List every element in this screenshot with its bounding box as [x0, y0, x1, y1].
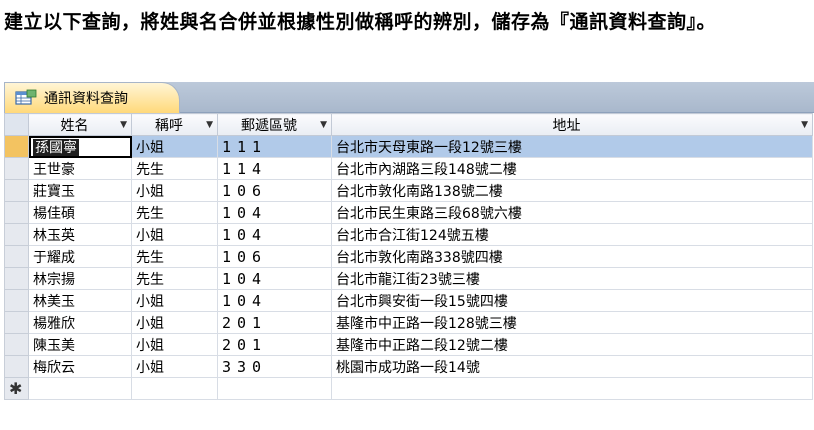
object-tab-strip: 通訊資料查詢	[4, 82, 814, 113]
cell-title[interactable]: 小姐	[131, 333, 218, 356]
cell-address[interactable]: 台北市民生東路三段68號六樓	[331, 201, 813, 224]
cell-address[interactable]: 台北市內湖路三段148號二樓	[331, 157, 813, 180]
tab-query[interactable]: 通訊資料查詢	[4, 82, 180, 113]
header-row: 姓名 ▼ 稱呼 ▼ 郵遞區號 ▼ 地址 ▼	[4, 113, 813, 136]
cell-address[interactable]: 台北市龍江街23號三樓	[331, 267, 813, 290]
cell-zip[interactable]: 114	[217, 157, 332, 180]
table-row[interactable]: 楊佳碩 先生 104 台北市民生東路三段68號六樓	[4, 201, 813, 224]
cell-title[interactable]: 先生	[131, 157, 218, 180]
cell-zip[interactable]: 104	[217, 267, 332, 290]
table-row[interactable]: 楊雅欣 小姐 201 基隆市中正路一段128號三樓	[4, 311, 813, 334]
cell-title[interactable]: 小姐	[131, 311, 218, 334]
cell-zip[interactable]: 111	[217, 135, 332, 158]
column-header-zip[interactable]: 郵遞區號 ▼	[217, 113, 332, 136]
cell-zip[interactable]: 330	[217, 355, 332, 378]
dropdown-arrow-icon[interactable]: ▼	[801, 120, 808, 130]
tab-label: 通訊資料查詢	[44, 91, 128, 107]
cell-name[interactable]: 林玉英	[28, 223, 132, 246]
cell-name[interactable]: 林宗揚	[28, 267, 132, 290]
table-row[interactable]: 于耀成 先生 106 台北市敦化南路338號四樓	[4, 245, 813, 268]
cell-name[interactable]: 陳玉美	[28, 333, 132, 356]
cell-title[interactable]	[131, 377, 218, 400]
cell-name[interactable]: 梅欣云	[28, 355, 132, 378]
record-selector[interactable]	[4, 201, 29, 224]
cell-zip[interactable]: 201	[217, 333, 332, 356]
record-selector[interactable]	[4, 179, 29, 202]
new-record-icon[interactable]: ✱	[4, 377, 29, 400]
table-row[interactable]: 林玉英 小姐 104 台北市合江街124號五樓	[4, 223, 813, 246]
table-row[interactable]: 王世豪 先生 114 台北市內湖路三段148號二樓	[4, 157, 813, 180]
cell-zip[interactable]: 104	[217, 289, 332, 312]
cell-address[interactable]: 台北市興安街一段15號四樓	[331, 289, 813, 312]
cell-name[interactable]: 王世豪	[28, 157, 132, 180]
column-header-address[interactable]: 地址 ▼	[331, 113, 813, 136]
cell-zip[interactable]: 106	[217, 245, 332, 268]
cell-address[interactable]: 台北市敦化南路338號四樓	[331, 245, 813, 268]
table-row[interactable]: 林美玉 小姐 104 台北市興安街一段15號四樓	[4, 289, 813, 312]
instruction-text: 建立以下查詢，將姓與名合併並根據性別做稱呼的辨別，儲存為『通訊資料查詢』。	[4, 11, 717, 33]
dropdown-arrow-icon[interactable]: ▼	[320, 120, 327, 130]
cell-title[interactable]: 小姐	[131, 223, 218, 246]
cell-title[interactable]: 先生	[131, 245, 218, 268]
cell-address[interactable]	[331, 377, 813, 400]
cell-name[interactable]: 林美玉	[28, 289, 132, 312]
cell-address[interactable]: 台北市敦化南路138號二樓	[331, 179, 813, 202]
record-selector[interactable]	[4, 245, 29, 268]
cell-name[interactable]: 孫國寧	[28, 135, 132, 158]
new-record-row[interactable]: ✱	[4, 377, 813, 400]
column-header-name[interactable]: 姓名 ▼	[28, 113, 132, 136]
cell-zip[interactable]: 201	[217, 311, 332, 334]
cell-name[interactable]: 楊雅欣	[28, 311, 132, 334]
cell-address[interactable]: 台北市天母東路一段12號三樓	[331, 135, 813, 158]
cell-address[interactable]: 基隆市中正路一段128號三樓	[331, 311, 813, 334]
column-header-title[interactable]: 稱呼 ▼	[131, 113, 218, 136]
table-row[interactable]: 梅欣云 小姐 330 桃園市成功路一段14號	[4, 355, 813, 378]
cell-zip[interactable]: 104	[217, 201, 332, 224]
cell-name[interactable]: 于耀成	[28, 245, 132, 268]
cell-name[interactable]: 莊寶玉	[28, 179, 132, 202]
record-selector[interactable]	[4, 267, 29, 290]
dropdown-arrow-icon[interactable]: ▼	[120, 120, 127, 130]
cell-title[interactable]: 先生	[131, 201, 218, 224]
cell-zip[interactable]: 104	[217, 223, 332, 246]
query-icon	[15, 89, 37, 107]
select-all-corner[interactable]	[4, 113, 29, 136]
dropdown-arrow-icon[interactable]: ▼	[206, 120, 213, 130]
table-row[interactable]: 林宗揚 先生 104 台北市龍江街23號三樓	[4, 267, 813, 290]
cell-address[interactable]: 桃園市成功路一段14號	[331, 355, 813, 378]
cell-title[interactable]: 先生	[131, 267, 218, 290]
table-row[interactable]: 莊寶玉 小姐 106 台北市敦化南路138號二樓	[4, 179, 813, 202]
cell-title[interactable]: 小姐	[131, 179, 218, 202]
table-row[interactable]: 陳玉美 小姐 201 基隆市中正路二段12號二樓	[4, 333, 813, 356]
cell-address[interactable]: 基隆市中正路二段12號二樓	[331, 333, 813, 356]
table-row[interactable]: 孫國寧 小姐 111 台北市天母東路一段12號三樓	[4, 135, 813, 158]
cell-title[interactable]: 小姐	[131, 289, 218, 312]
cell-zip[interactable]: 106	[217, 179, 332, 202]
record-selector[interactable]	[4, 223, 29, 246]
cell-zip[interactable]	[217, 377, 332, 400]
record-selector[interactable]	[4, 311, 29, 334]
cell-address[interactable]: 台北市合江街124號五樓	[331, 223, 813, 246]
cell-title[interactable]: 小姐	[131, 355, 218, 378]
record-selector[interactable]	[4, 333, 29, 356]
record-selector[interactable]	[4, 135, 29, 158]
record-selector[interactable]	[4, 355, 29, 378]
cell-name[interactable]: 楊佳碩	[28, 201, 132, 224]
datasheet-grid: 姓名 ▼ 稱呼 ▼ 郵遞區號 ▼ 地址 ▼ 孫國寧 小姐 111 台北市天母東路一段12…	[4, 113, 813, 400]
cell-name[interactable]	[28, 377, 132, 400]
record-selector[interactable]	[4, 157, 29, 180]
cell-title[interactable]: 小姐	[131, 135, 218, 158]
record-selector[interactable]	[4, 289, 29, 312]
